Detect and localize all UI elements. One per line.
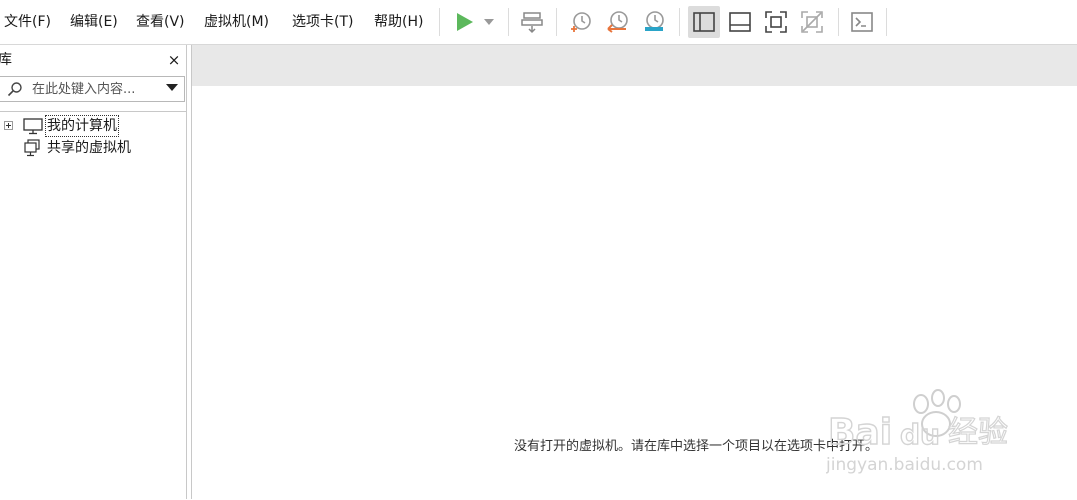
dropdown-arrow-icon <box>484 19 494 25</box>
snapshot-manager-button[interactable] <box>638 6 670 38</box>
top-toolbar: 文件(F) 编辑(E) 查看(V) 虚拟机(M) 选项卡(T) 帮助(H) <box>0 0 1077 45</box>
send-keys-icon <box>521 12 543 34</box>
menu-file[interactable]: 文件(F) <box>4 11 51 33</box>
baidu-jingyan-watermark: Bai du 经验 jingyan.baidu.com <box>826 389 1009 474</box>
search-icon <box>7 82 22 97</box>
library-panel: 库 × 我的计算机 共享的虚拟机 <box>0 45 187 499</box>
unity-icon <box>801 11 823 33</box>
take-snapshot-button[interactable] <box>565 6 597 38</box>
toolbar-separator <box>838 8 839 36</box>
library-header: 库 × <box>0 45 186 75</box>
toolbar-separator <box>679 8 680 36</box>
fullscreen-icon <box>765 11 787 33</box>
show-library-button[interactable] <box>688 6 720 38</box>
monitor-icon <box>23 118 43 135</box>
empty-state-message: 没有打开的虚拟机。请在库中选择一个项目以在选项卡中打开。 <box>514 439 879 454</box>
snapshot-revert-icon <box>607 11 628 33</box>
menu-vm[interactable]: 虚拟机(M) <box>204 11 269 33</box>
console-icon <box>851 12 873 32</box>
search-dropdown-icon[interactable] <box>166 84 178 91</box>
tree-item-label: 我的计算机 <box>45 115 119 137</box>
power-dropdown-button[interactable] <box>480 6 498 38</box>
library-search <box>0 76 185 102</box>
search-input[interactable] <box>32 79 156 99</box>
library-tree: 我的计算机 共享的虚拟机 <box>0 111 186 500</box>
toolbar-separator <box>439 8 440 36</box>
svg-text:经验: 经验 <box>948 415 1008 450</box>
console-view-button[interactable] <box>846 6 878 38</box>
close-library-button[interactable]: × <box>166 50 182 70</box>
toolbar-separator <box>886 8 887 36</box>
expand-icon[interactable] <box>4 121 13 130</box>
revert-snapshot-button[interactable] <box>602 6 634 38</box>
snapshot-manager-icon <box>645 11 664 31</box>
library-title: 库 <box>0 52 12 68</box>
tree-item-my-computer[interactable]: 我的计算机 <box>0 115 186 137</box>
svg-text:Bai: Bai <box>828 412 892 453</box>
menu-help[interactable]: 帮助(H) <box>374 11 423 33</box>
svg-text:du: du <box>900 418 940 451</box>
menu-view[interactable]: 查看(V) <box>136 11 185 33</box>
tab-strip <box>192 45 1077 86</box>
shared-vm-icon <box>24 139 40 157</box>
toolbar-separator <box>556 8 557 36</box>
power-on-button[interactable] <box>448 6 480 38</box>
show-thumbnail-icon <box>729 12 751 32</box>
play-icon <box>457 13 473 31</box>
show-library-icon <box>693 12 715 32</box>
tree-item-shared-vms[interactable]: 共享的虚拟机 <box>0 137 186 159</box>
snapshot-take-icon <box>571 12 591 32</box>
show-thumbnail-bar-button[interactable] <box>724 6 756 38</box>
toolbar-separator <box>508 8 509 36</box>
menu-edit[interactable]: 编辑(E) <box>70 11 118 33</box>
fullscreen-button[interactable] <box>760 6 792 38</box>
unity-button[interactable] <box>796 6 828 38</box>
svg-text:jingyan.baidu.com: jingyan.baidu.com <box>826 455 983 474</box>
tree-item-label: 共享的虚拟机 <box>47 140 131 156</box>
send-keys-button[interactable] <box>516 6 548 38</box>
menu-tabs[interactable]: 选项卡(T) <box>292 11 353 33</box>
